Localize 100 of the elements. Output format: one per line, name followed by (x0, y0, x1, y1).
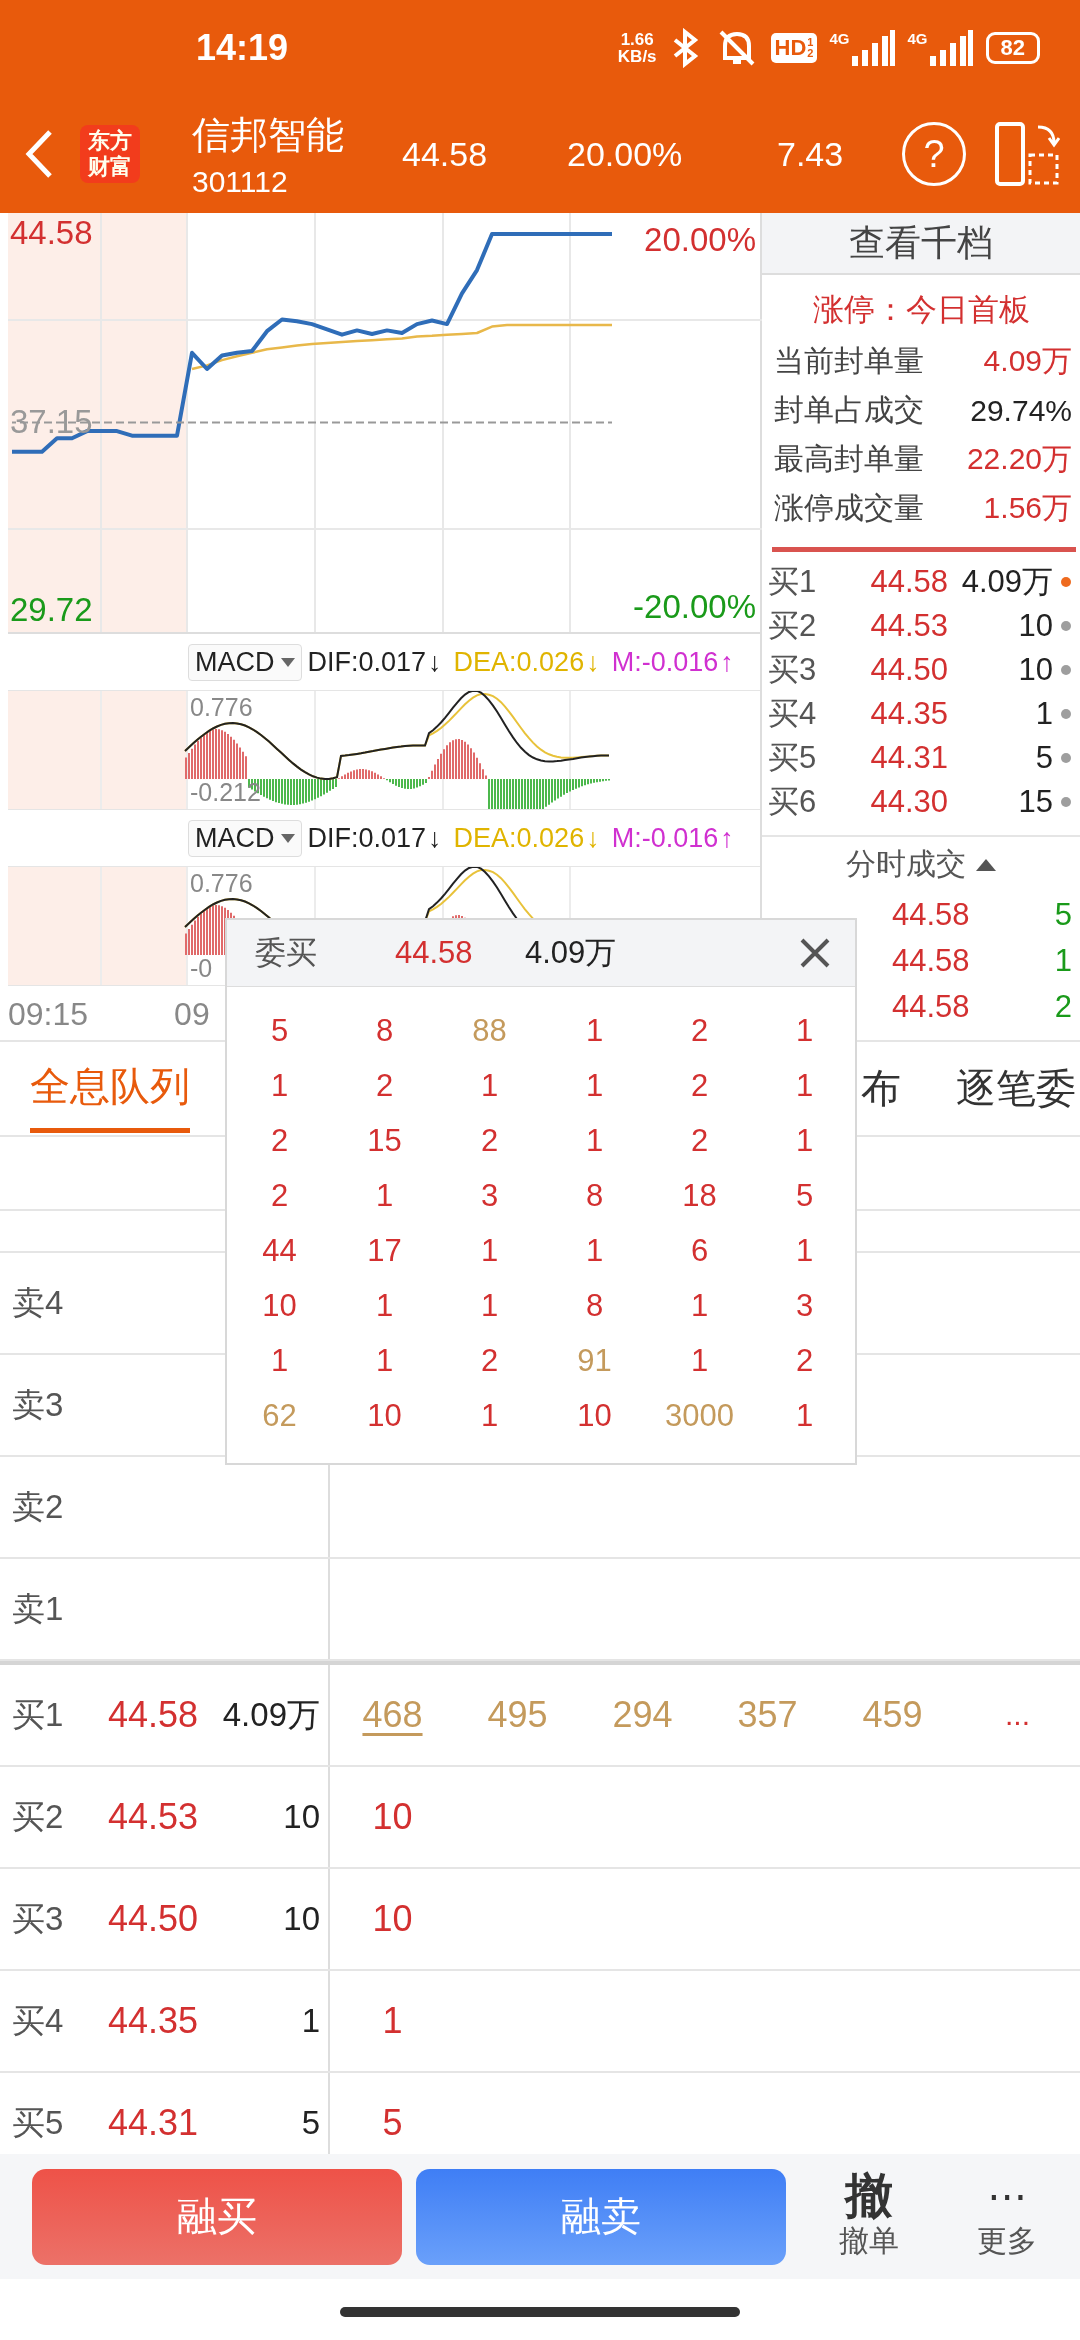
back-icon[interactable] (24, 129, 54, 179)
signal-icon (927, 29, 974, 66)
order-size[interactable]: 1 (330, 2000, 455, 2042)
signal-icon (849, 29, 896, 66)
indicator-dropdown[interactable]: MACD (188, 643, 302, 681)
time-label: 09 (174, 996, 210, 1033)
order-size: 91 (576, 1341, 613, 1380)
app-logo: 东方财富 (80, 125, 140, 183)
margin-sell-button[interactable]: 融卖 (416, 2168, 786, 2265)
cancel-icon[interactable]: 撤 (845, 2171, 893, 2221)
order-size: 15 (366, 1121, 403, 1160)
order-size: 1 (269, 1066, 290, 1105)
level-volume: 10 (283, 1900, 320, 1938)
trend-arrow: ↓ (428, 822, 442, 854)
trend-arrow: ↑ (720, 646, 734, 678)
order-size: 10 (261, 1286, 298, 1325)
level-label: 卖1 (12, 1588, 65, 1629)
dea-value: DEA:0.026 (453, 822, 585, 854)
order-size: 8 (374, 1011, 395, 1050)
trade-price: 44.58 (892, 943, 970, 979)
order-size: 62 (261, 1396, 298, 1435)
stat-label: 最高封单量 (774, 441, 924, 477)
order-size[interactable]: 468 (330, 1694, 455, 1736)
popup-title: 委买 (255, 934, 318, 972)
caret-icon (280, 833, 295, 843)
order-size: 1 (584, 1121, 605, 1160)
dea-value: DEA:0.026 (453, 646, 585, 678)
order-size[interactable]: 10 (330, 1796, 455, 1838)
tab[interactable]: 逐笔委 (956, 1047, 1076, 1130)
order-size: 1 (374, 1341, 395, 1380)
level-label: 买4 (12, 2000, 65, 2041)
battery-icon: 82 (985, 31, 1040, 64)
close-icon[interactable] (799, 937, 831, 969)
change-amount: 7.43 (777, 134, 845, 174)
order-size[interactable]: 357 (705, 1694, 830, 1736)
margin-buy-button[interactable]: 融买 (32, 2168, 402, 2265)
trade-volume: 1 (1054, 943, 1072, 979)
order-size: 1 (584, 1231, 605, 1270)
level-label: 买2 (12, 1796, 65, 1837)
tab[interactable]: 全息队列 (30, 1044, 190, 1133)
level-label: 买1 (12, 1694, 65, 1735)
dif-value: DIF:0.017 (307, 646, 427, 678)
change-percent: 20.00% (567, 134, 684, 174)
macd-value: M:-0.016 (611, 822, 719, 854)
order-size: 1 (689, 1286, 710, 1325)
axis-label: -20.00% (633, 588, 756, 626)
order-size: 1 (794, 1231, 815, 1270)
bid-price: 44.31 (869, 740, 948, 776)
indicator-dropdown[interactable]: MACD (188, 819, 302, 857)
level-price: 44.58 (108, 1694, 200, 1736)
order-size: 2 (689, 1066, 710, 1105)
bid-price: 44.53 (869, 608, 948, 644)
more-icon[interactable]: ⋯ (987, 2171, 1027, 2221)
stat-label: 当前封单量 (774, 343, 924, 379)
level-volume: 1 (301, 2002, 320, 2040)
order-size[interactable]: 459 (830, 1694, 955, 1736)
landscape-icon[interactable] (994, 121, 1060, 187)
order-size[interactable]: 294 (580, 1694, 705, 1736)
order-size: 8 (584, 1176, 605, 1215)
order-size: 1 (794, 1066, 815, 1105)
popup-volume: 4.09万 (525, 934, 617, 972)
level-label: 卖2 (12, 1486, 65, 1527)
tab[interactable]: 布 (861, 1047, 901, 1130)
trades-header[interactable]: 分时成交 (846, 844, 966, 885)
order-size: 1 (374, 1286, 395, 1325)
order-size: 3000 (664, 1396, 735, 1435)
caret-icon (280, 657, 295, 667)
order-size[interactable]: 5 (330, 2102, 455, 2144)
more-link[interactable]: ... (955, 1698, 1080, 1732)
depth-button[interactable]: 查看千档 (762, 213, 1080, 275)
order-size: 2 (689, 1121, 710, 1160)
cancel-label[interactable]: 撤单 (839, 2221, 899, 2262)
home-indicator[interactable] (340, 2306, 740, 2317)
stat-value: 29.74% (970, 393, 1072, 428)
order-size: 5 (269, 1011, 290, 1050)
order-size: 1 (269, 1341, 290, 1380)
order-size: 1 (794, 1011, 815, 1050)
bid-label: 买4 (768, 695, 818, 733)
order-size: 1 (584, 1066, 605, 1105)
order-size[interactable]: 10 (330, 1898, 455, 1940)
order-size: 1 (374, 1176, 395, 1215)
order-size: 6 (689, 1231, 710, 1270)
order-size: 3 (479, 1176, 500, 1215)
order-size: 8 (584, 1286, 605, 1325)
level-volume: 10 (283, 1798, 320, 1836)
order-size[interactable]: 495 (455, 1694, 580, 1736)
bid-label: 买6 (768, 783, 818, 821)
trade-price: 44.58 (892, 897, 970, 933)
trend-arrow: ↓ (428, 646, 442, 678)
order-size: 1 (794, 1121, 815, 1160)
help-button[interactable]: ? (902, 122, 966, 186)
more-label[interactable]: 更多 (977, 2221, 1037, 2262)
order-size: 2 (689, 1011, 710, 1050)
stat-value: 4.09万 (983, 343, 1072, 379)
bid-price: 44.50 (869, 652, 948, 688)
level-volume: 4.09万 (222, 1694, 320, 1735)
level-price: 44.50 (108, 1898, 200, 1940)
order-size: 10 (576, 1396, 613, 1435)
bid-volume: 15 (1017, 784, 1053, 820)
time-label: 09:15 (8, 996, 89, 1033)
